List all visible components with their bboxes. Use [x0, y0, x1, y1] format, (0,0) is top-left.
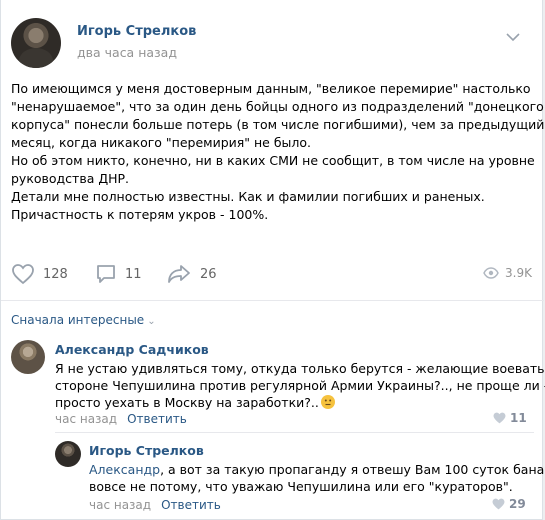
eye-icon: [483, 267, 499, 279]
commenter-avatar[interactable]: [11, 340, 45, 374]
comment-time[interactable]: час назад: [89, 498, 151, 512]
sort-label: Сначала интересные: [11, 313, 145, 327]
post-header: Игорь Стрелков два часа назад: [11, 18, 531, 70]
reply-addressee-link[interactable]: Александр: [89, 462, 160, 477]
comment-like-button[interactable]: 29: [492, 497, 526, 511]
comment-text-line: вовсе не потому, что уважаю Чепушилина и…: [89, 479, 513, 494]
heart-icon: [492, 498, 505, 510]
commenter-name[interactable]: Александр Садчиков: [55, 342, 209, 357]
reply-button[interactable]: Ответить: [127, 412, 187, 426]
post-text-line: "ненарушаемое", что за один день бойцы о…: [11, 99, 544, 114]
comments-sort-dropdown[interactable]: Сначала интересные ⌄: [11, 313, 156, 327]
comment-text: Я не устаю удивляться тому, откуда тольк…: [55, 360, 545, 411]
commenter-name[interactable]: Игорь Стрелков: [89, 443, 204, 458]
post-text-line: месяц, когда никакого "перемирия" не был…: [11, 135, 312, 150]
comment-count: 11: [125, 266, 142, 282]
post-text-line: Но об этом никто, конечно, ни в каких СМ…: [11, 153, 535, 168]
like-count: 128: [43, 266, 68, 282]
comment-like-button[interactable]: 11: [493, 411, 527, 425]
comment-time[interactable]: час назад: [55, 412, 117, 426]
post-text-line: Причастность к потерям укров - 100%.: [11, 207, 269, 222]
like-button[interactable]: 128: [11, 262, 68, 286]
comment-text-fragment: , а вот за такую пропаганду я отвешу Вам…: [160, 462, 545, 477]
comment-text-line: просто уехать в Москву на заработки?..: [55, 394, 545, 411]
views-count: 3.9K: [505, 266, 532, 280]
author-name[interactable]: Игорь Стрелков: [77, 24, 196, 39]
post-text-line: Детали мне полностью известны. Как и фам…: [11, 189, 485, 204]
post-actions: 128 11 26: [11, 262, 534, 286]
comment-meta: час назад Ответить: [89, 498, 221, 512]
neutral-face-emoji-icon: [320, 395, 335, 409]
post-text-line: По имеющимся у меня достоверным данным, …: [11, 81, 531, 96]
author-avatar[interactable]: [11, 18, 61, 68]
share-button[interactable]: 26: [166, 262, 217, 286]
divider: [1, 300, 544, 301]
chevron-down-icon[interactable]: [506, 32, 520, 42]
comment-text-line: Александр, а вот за такую пропаганду я о…: [89, 461, 545, 478]
commenter-avatar[interactable]: [55, 441, 81, 467]
comment-like-count: 29: [509, 497, 526, 511]
speech-bubble-icon: [97, 265, 115, 283]
post-text-line: корпуса" понесли больше потерь (в том чи…: [11, 117, 545, 132]
heart-icon: [12, 264, 34, 285]
comment-text-line: стороне Чепушилина против регулярной Арм…: [55, 378, 545, 393]
comment-text: Александр, а вот за такую пропаганду я о…: [89, 461, 545, 495]
comment-button[interactable]: 11: [95, 262, 142, 286]
comment-reply-item: Игорь Стрелков Александр, а вот за такую…: [55, 441, 545, 516]
comment-item: Александр Садчиков Я не устаю удивляться…: [11, 340, 545, 430]
views-counter: 3.9K: [483, 266, 532, 280]
comment-like-count: 11: [510, 411, 527, 425]
share-arrow-icon: [168, 265, 190, 283]
post-time[interactable]: два часа назад: [77, 45, 177, 60]
chevron-down-icon: ⌄: [147, 316, 156, 327]
share-count: 26: [200, 266, 217, 282]
post-text: По имеющимся у меня достоверным данным, …: [11, 80, 545, 224]
comment-text-line: Я не устаю удивляться тому, откуда тольк…: [55, 361, 545, 376]
heart-icon: [493, 412, 506, 424]
reply-button[interactable]: Ответить: [161, 498, 221, 512]
post-card: Игорь Стрелков два часа назад По имеющим…: [0, 0, 545, 520]
comment-text-fragment: просто уехать в Москву на заработки?..: [55, 395, 319, 410]
post-text-line: руководства ДНР.: [11, 171, 130, 186]
comment-meta: час назад Ответить: [55, 412, 187, 426]
comment-separator: [55, 432, 534, 433]
